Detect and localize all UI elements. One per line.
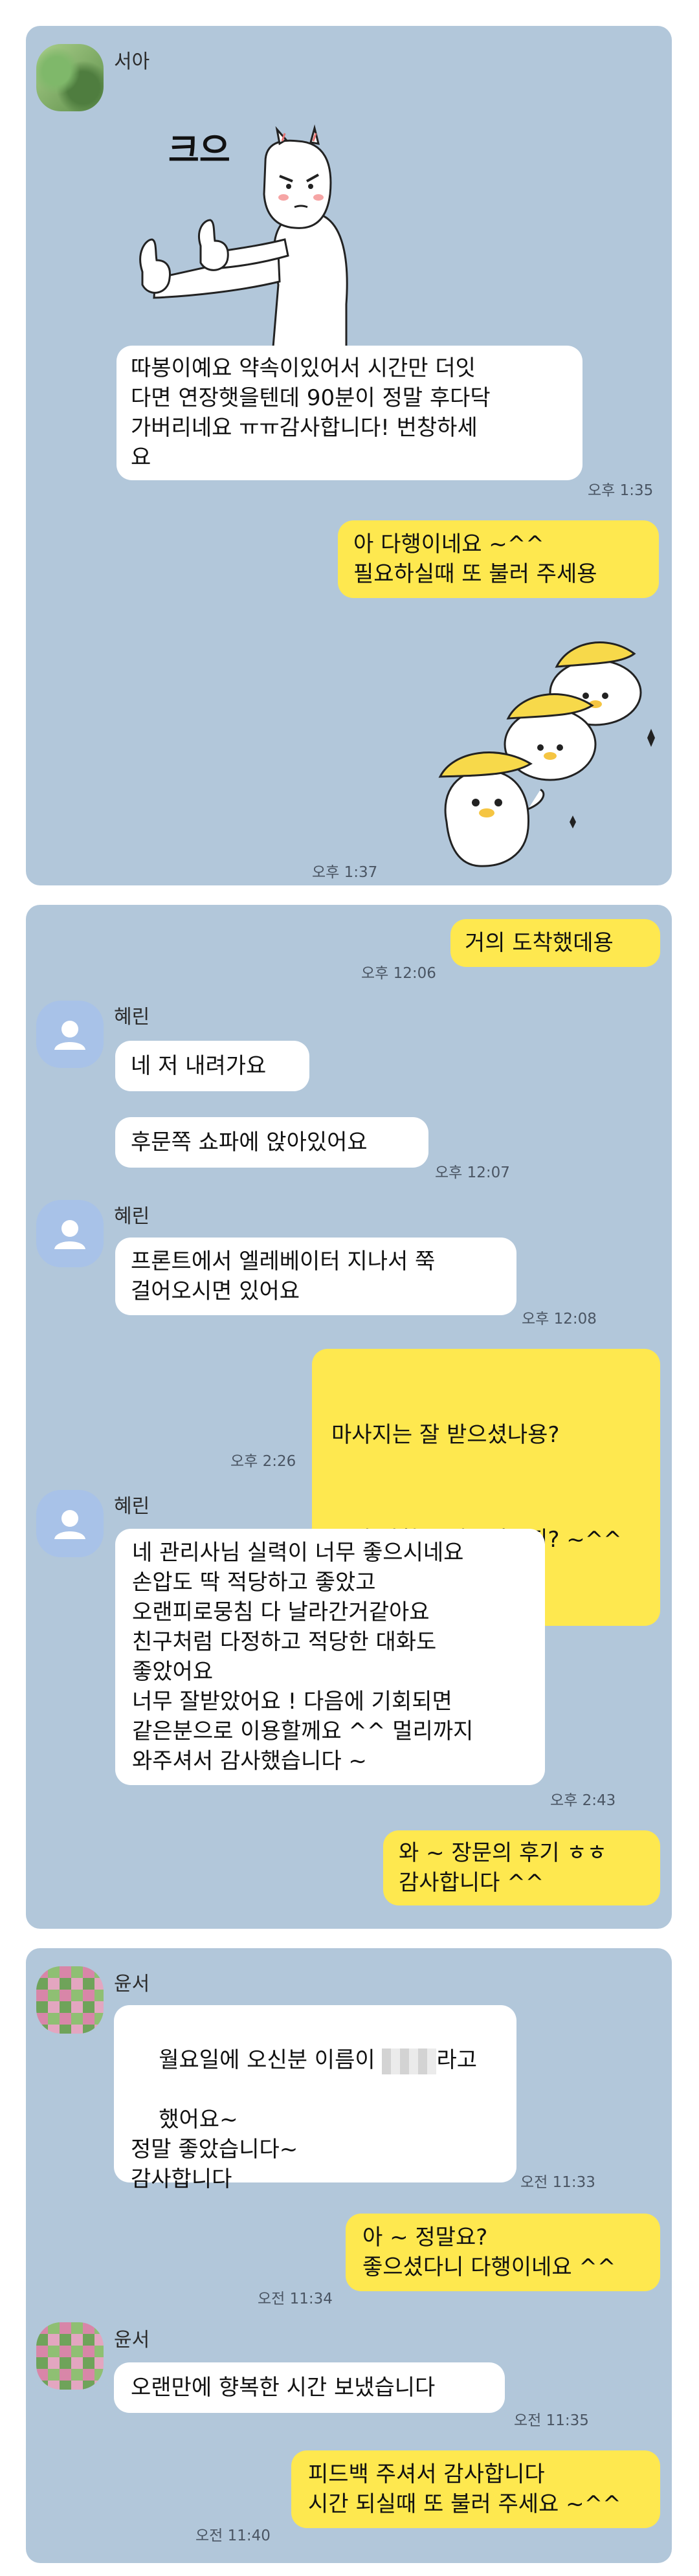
sender-avatar[interactable] [36, 2322, 104, 2390]
sticker-caption: 크으 [168, 131, 230, 170]
message-time: 오전 11:34 [258, 2291, 333, 2307]
sender-name: 혜린 [114, 1495, 150, 1518]
incoming-message[interactable]: 후문쪽 쇼파에 앉아있어요 [115, 1117, 428, 1168]
sender-name: 서아 [114, 50, 150, 73]
chat-panel-2: 거의 도착했데용 오후 12:06 혜린 네 저 내려가요 후문쪽 쇼파에 앉아… [26, 905, 672, 1929]
sender-name: 혜린 [114, 1006, 150, 1028]
incoming-message[interactable]: 네 관리사님 실력이 너무 좋으시네요 손압도 딱 적당하고 좋았고 오랜피로뭉… [115, 1529, 545, 1785]
outgoing-message[interactable]: 피드백 주셔서 감사합니다 시간 되실때 또 불러 주세요 ~^^ [291, 2450, 660, 2528]
message-time: 오전 11:33 [520, 2174, 595, 2191]
default-avatar[interactable] [36, 1200, 104, 1267]
banana-bunny-sticker[interactable] [401, 628, 672, 874]
message-time: 오후 2:43 [550, 1792, 616, 1809]
message-time: 오후 12:08 [522, 1311, 597, 1327]
incoming-message[interactable]: 프론트에서 엘레베이터 지나서 쭉 걸어오시면 있어요 [115, 1238, 516, 1315]
message-text: 라고 [436, 2047, 478, 2073]
thumbs-up-sticker[interactable]: 크으 [110, 91, 421, 364]
message-time: 오전 11:35 [514, 2412, 589, 2429]
default-avatar[interactable] [36, 1001, 104, 1068]
outgoing-message[interactable]: 와 ~ 장문의 후기 ㅎㅎ 감사합니다 ^^ [383, 1830, 660, 1905]
sender-avatar[interactable] [36, 1966, 104, 2034]
message-text: 월요일에 오신분 이름이 [159, 2047, 383, 2073]
incoming-message[interactable]: 월요일에 오신분 이름이 라고 했어요~ 정말 좋았습니다~ 감사합니다 [114, 2005, 516, 2192]
incoming-message[interactable]: 따봉이예요 약속이있어서 시간만 더잇 다면 연장햇을텐데 90분이 정말 후다… [116, 346, 582, 480]
message-time: 오후 2:26 [230, 1453, 296, 1470]
sender-name: 혜린 [114, 1205, 150, 1228]
blurred-name [382, 2048, 437, 2074]
default-person-icon [54, 1021, 85, 1050]
incoming-message[interactable]: 네 저 내려가요 [115, 1041, 309, 1091]
default-person-icon [54, 1510, 85, 1539]
default-avatar[interactable] [36, 1490, 104, 1557]
message-text: 했어요~ 정말 좋았습니다~ 감사합니다 [131, 2107, 298, 2192]
outgoing-line: 마사지는 잘 받으셨나용? [331, 1422, 560, 1448]
chat-panel-1: 서아 크으 따봉이예요 약속이있어서 시간만 더잇 다면 연장햇을텐데 90분이… [26, 26, 672, 885]
default-person-icon [54, 1220, 85, 1249]
sender-name: 윤서 [114, 2329, 150, 2351]
banana-bunny-icon [438, 641, 655, 867]
outgoing-message[interactable]: 거의 도착했데용 [450, 919, 660, 967]
incoming-message[interactable]: 오랜만에 향복한 시간 보냈습니다 [114, 2362, 505, 2413]
outgoing-message[interactable]: 아 다행이네요 ~^^ 필요하실때 또 불러 주세용 [338, 520, 659, 598]
chat-panel-3: 윤서 월요일에 오신분 이름이 라고 했어요~ 정말 좋았습니다~ 감사합니다 … [26, 1948, 672, 2563]
sender-avatar[interactable] [36, 44, 104, 111]
sticker-time: 오후 1:37 [312, 864, 378, 881]
sender-name: 윤서 [114, 1973, 150, 1995]
outgoing-message[interactable]: 아 ~ 정말요? 좋으셨다니 다행이네요 ^^ [346, 2214, 660, 2291]
message-time: 오전 11:40 [195, 2527, 271, 2544]
message-time: 오후 12:07 [435, 1164, 510, 1181]
message-time: 오후 12:06 [361, 965, 436, 982]
message-time: 오후 1:35 [588, 482, 654, 499]
thumbs-up-icon [139, 124, 348, 364]
